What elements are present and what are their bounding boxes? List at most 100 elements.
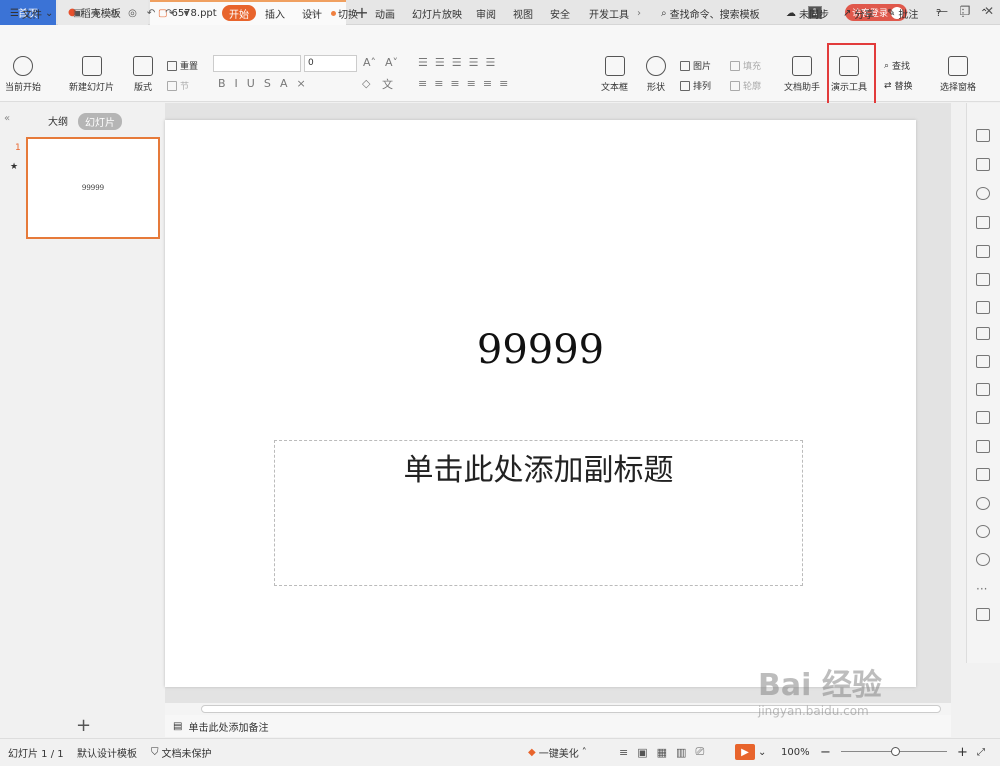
reset-button[interactable]: 重置 — [167, 59, 198, 72]
sidebar-copy-icon[interactable] — [976, 158, 990, 171]
list-icons[interactable]: ☰☰☰☰☰ — [418, 56, 502, 69]
add-slide-icon[interactable]: + — [76, 715, 91, 736]
replace-icon: ⇄ — [884, 80, 892, 91]
annotate-button[interactable]: ✎ 批注 — [887, 0, 918, 27]
sidebar-photo-icon[interactable] — [976, 440, 990, 453]
print-preview-icon[interactable]: ◎ — [128, 8, 137, 19]
print-icon[interactable]: ⎙ — [110, 8, 118, 19]
collapse-panel-icon[interactable]: « — [4, 113, 10, 124]
chevron-down-icon: ⌄ — [44, 8, 54, 19]
fill-button[interactable]: 填充 — [730, 59, 761, 72]
font-grow-icon[interactable]: A˄ — [363, 56, 376, 69]
tab-slides[interactable]: 幻灯片 — [78, 113, 122, 130]
presenter-view-icon[interactable]: ⎚ — [695, 745, 704, 759]
replace-button[interactable]: ⇄ 替换 — [884, 79, 913, 93]
annotate-icon: ✎ — [887, 8, 896, 19]
arrange-button[interactable]: 排列 — [680, 79, 711, 92]
play-icon: ▶ — [735, 744, 755, 760]
sidebar-shield-icon[interactable] — [976, 497, 990, 510]
sidebar-location-icon[interactable] — [976, 187, 990, 200]
help-icon[interactable]: ? — [936, 0, 941, 27]
tab-slideshow[interactable]: 幻灯片放映 — [412, 0, 462, 27]
doc-assistant-button[interactable]: 文档助手 — [784, 56, 820, 93]
undo-icon[interactable]: ↶ — [147, 8, 155, 19]
play-current-button[interactable]: 当前开始 — [5, 56, 41, 93]
more-icon[interactable]: ⋮ — [958, 0, 968, 27]
customize-icon[interactable]: ▾ — [184, 8, 189, 19]
template-name[interactable]: 默认设计模板 — [77, 738, 137, 766]
slide-title[interactable]: 99999 — [165, 327, 916, 373]
sidebar-audio-icon[interactable] — [976, 468, 990, 481]
clear-format-icon[interactable]: ◇ — [362, 77, 370, 90]
notes-view-icon[interactable]: ≡ — [619, 746, 628, 759]
reset-icon — [167, 60, 177, 71]
slide-thumbnail[interactable]: 99999 — [26, 137, 160, 239]
selection-pane-button[interactable]: 选择窗格 — [940, 56, 976, 93]
arrange-icon — [680, 80, 690, 91]
font-style-icons[interactable]: BIUSA× — [218, 77, 315, 90]
sidebar-export-icon[interactable] — [976, 383, 990, 396]
tab-outline[interactable]: 大纲 — [48, 113, 68, 128]
new-slide-button[interactable]: 新建幻灯片 — [69, 56, 114, 93]
sidebar-clock-icon[interactable] — [976, 525, 990, 538]
sidebar-shape-icon[interactable] — [976, 216, 990, 229]
tab-design[interactable]: 设计 — [302, 0, 322, 27]
font-size-select[interactable]: 0 — [304, 55, 357, 72]
sidebar-help-icon[interactable] — [976, 553, 990, 566]
layout-label: 版式 — [133, 83, 152, 93]
annotate-label: 批注 — [898, 10, 919, 21]
sidebar-chart-icon[interactable] — [976, 301, 990, 314]
sidebar-image-icon[interactable] — [976, 355, 990, 368]
sidebar-box-icon[interactable] — [976, 608, 990, 621]
redo-icon[interactable]: ↷ — [165, 8, 173, 19]
align-icons[interactable]: ≡≡≡≡≡≡ — [418, 77, 515, 90]
font-family-select[interactable] — [213, 55, 301, 72]
more-tabs-icon[interactable]: › — [637, 0, 641, 27]
layout-button[interactable]: 版式 — [133, 56, 153, 93]
tab-insert[interactable]: 插入 — [265, 0, 285, 27]
fit-window-icon[interactable]: ⤢ — [977, 738, 985, 766]
sidebar-table-icon[interactable] — [976, 245, 990, 258]
tab-animation[interactable]: 动画 — [375, 0, 395, 27]
share-button[interactable]: ↗ 分享 — [843, 0, 874, 27]
sidebar-star-icon[interactable] — [976, 129, 990, 142]
shape-button[interactable]: 形状 — [646, 56, 666, 93]
outline-label: 轮廓 — [743, 82, 762, 92]
protection-status[interactable]: ⛉ 文档未保护 — [151, 738, 212, 766]
subtitle-placeholder[interactable]: 单击此处添加副标题 — [274, 440, 803, 586]
beautify-button[interactable]: ◆ 一键美化 ˄ — [528, 738, 587, 766]
play-current-label: 当前开始 — [5, 83, 42, 93]
search-icon: ⌕ — [661, 8, 667, 19]
sidebar-grid-icon[interactable] — [976, 273, 990, 286]
normal-view-icon[interactable]: ▣ — [637, 746, 647, 759]
textbox-button[interactable]: 文本框 — [601, 56, 628, 93]
command-search[interactable]: ⌕ 查找命令、搜索模板 — [661, 0, 760, 27]
reading-view-icon[interactable]: ▥ — [676, 746, 686, 759]
unsaved-dot-icon — [331, 11, 336, 16]
sidebar-archive-icon[interactable] — [976, 411, 990, 424]
sorter-view-icon[interactable]: ▦ — [657, 746, 667, 759]
sidebar-more-icon[interactable]: ··· — [976, 582, 990, 596]
selection-pane-label: 选择窗格 — [940, 83, 977, 93]
phonetic-icon[interactable]: 文 — [382, 76, 393, 92]
find-button[interactable]: ⌕ 查找 — [884, 59, 910, 73]
sync-button[interactable]: ☁ 未同步 — [786, 0, 829, 27]
collapse-ribbon-icon[interactable]: ⌃ — [980, 0, 988, 27]
tab-start[interactable]: 开始 — [222, 5, 256, 21]
tab-security[interactable]: 安全 — [550, 0, 570, 27]
outline-button[interactable]: 轮廓 — [730, 79, 761, 92]
new-slide-icon — [81, 56, 102, 76]
tab-view[interactable]: 视图 — [513, 0, 533, 27]
tab-developer[interactable]: 开发工具 — [589, 0, 629, 27]
file-menu[interactable]: ☰ 文件 ⌄ — [10, 0, 53, 27]
slide-canvas[interactable] — [165, 120, 916, 687]
tab-review[interactable]: 审阅 — [476, 0, 496, 27]
section-button[interactable]: 节 — [167, 79, 189, 92]
picture-button[interactable]: 图片 — [680, 59, 711, 72]
font-shrink-icon[interactable]: A˅ — [385, 56, 398, 69]
file-menu-label: 文件 — [21, 10, 42, 21]
sidebar-settings-icon[interactable] — [976, 327, 990, 340]
export-pdf-icon[interactable]: ◈ — [92, 8, 100, 19]
save-icon[interactable]: ▣ — [73, 8, 82, 19]
tab-transition[interactable]: 切换 — [338, 0, 358, 27]
